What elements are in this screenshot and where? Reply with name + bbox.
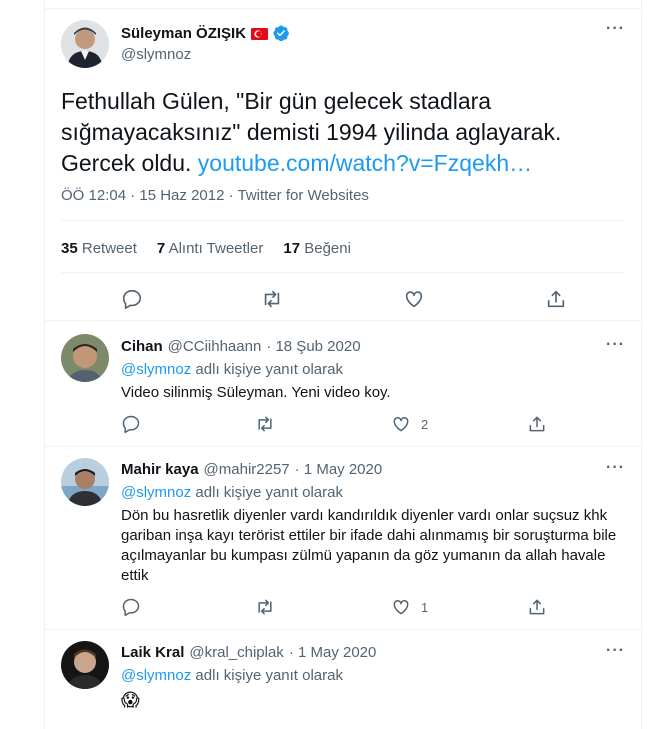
reply-icon[interactable] — [121, 597, 141, 617]
tweet-stats: 35 Retweet 7 Alıntı Tweetler 17 Beğeni — [61, 240, 351, 257]
likes-label: Beğeni — [304, 240, 351, 257]
author-handle[interactable]: @slymnoz — [121, 46, 191, 63]
retweets-count: 35 — [61, 240, 78, 257]
replying-to-label: adlı kişiye yanıt olarak — [195, 667, 343, 684]
reply-text: 😱 — [121, 690, 140, 710]
retweet-icon[interactable] — [261, 288, 283, 310]
author-line: Süleyman ÖZIŞIK — [121, 24, 290, 42]
reply-author-name[interactable]: Mahir kaya — [121, 461, 199, 478]
like-count: 2 — [421, 416, 429, 432]
tweet-link[interactable]: youtube.com/watch?v=Fzqekh… — [198, 150, 532, 176]
share-icon[interactable] — [545, 288, 567, 310]
quotes-label: Alıntı Tweetler — [168, 240, 264, 257]
reply-icon[interactable] — [121, 414, 141, 434]
more-icon[interactable]: ··· — [606, 459, 625, 477]
like-count: 1 — [421, 599, 429, 615]
share-icon[interactable] — [527, 414, 547, 434]
more-icon[interactable]: ··· — [606, 20, 625, 38]
author-name[interactable]: Süleyman ÖZIŞIK — [121, 25, 246, 42]
replying-to-handle[interactable]: @slymnoz — [121, 361, 191, 378]
more-icon[interactable]: ··· — [606, 642, 625, 660]
tweet-text: Fethullah Gülen, "Bir gün gelecek stadla… — [61, 86, 629, 179]
likes-count: 17 — [283, 240, 301, 257]
divider — [45, 629, 641, 630]
retweets-label: Retweet — [81, 240, 137, 257]
replying-to-label: adlı kişiye yanıt olarak — [195, 484, 343, 501]
share-icon[interactable] — [527, 597, 547, 617]
turkey-flag-icon — [251, 27, 269, 40]
avatar-image — [61, 334, 109, 382]
top-divider — [45, 8, 641, 9]
avatar-image — [61, 458, 109, 506]
avatar[interactable] — [61, 458, 109, 506]
reply-date[interactable]: · 18 Şub 2020 — [266, 338, 360, 355]
divider — [61, 220, 625, 221]
reply-header: Laik Kral @kral_chiplak · 1 May 2020 — [121, 644, 376, 661]
reply-header: Mahir kaya @mahir2257 · 1 May 2020 — [121, 461, 382, 478]
tweet-meta[interactable]: ÖÖ 12:04 · 15 Haz 2012 · Twitter for Web… — [61, 187, 369, 204]
divider — [45, 320, 641, 321]
timeline-column: Süleyman ÖZIŞIK @slymnoz ··· Fethullah G… — [44, 0, 642, 729]
divider — [61, 272, 625, 273]
reply-text: Video silinmiş Süleyman. Yeni video koy. — [121, 384, 391, 401]
retweet-icon[interactable] — [255, 414, 275, 434]
quotes-count: 7 — [156, 240, 166, 257]
avatar[interactable] — [61, 641, 109, 689]
divider — [45, 446, 641, 447]
retweets-stat[interactable]: 35 Retweet — [61, 240, 137, 257]
retweet-icon[interactable] — [255, 597, 275, 617]
likes-stat[interactable]: 17 Beğeni — [283, 240, 351, 257]
replying-to: @slymnoz adlı kişiye yanıt olarak — [121, 667, 343, 684]
reply-icon[interactable] — [121, 288, 143, 310]
avatar-image — [61, 20, 109, 68]
like-icon[interactable]: 1 — [391, 597, 428, 617]
replying-to: @slymnoz adlı kişiye yanıt olarak — [121, 484, 343, 501]
verified-badge-icon — [272, 24, 290, 42]
like-icon[interactable]: 2 — [391, 414, 428, 434]
reply-author-handle[interactable]: @CCiihhaann — [168, 338, 262, 355]
avatar[interactable] — [61, 20, 109, 68]
reply-author-handle[interactable]: @kral_chiplak — [189, 644, 283, 661]
more-icon[interactable]: ··· — [606, 336, 625, 354]
replying-to-handle[interactable]: @slymnoz — [121, 484, 191, 501]
avatar-image — [61, 641, 109, 689]
reply-author-name[interactable]: Laik Kral — [121, 644, 184, 661]
reply-author-name[interactable]: Cihan — [121, 338, 163, 355]
avatar[interactable] — [61, 334, 109, 382]
reply-author-handle[interactable]: @mahir2257 — [204, 461, 290, 478]
reply-date[interactable]: · 1 May 2020 — [289, 644, 377, 661]
reply-header: Cihan @CCiihhaann · 18 Şub 2020 — [121, 338, 361, 355]
reply-date[interactable]: · 1 May 2020 — [295, 461, 383, 478]
replying-to-handle[interactable]: @slymnoz — [121, 667, 191, 684]
like-icon[interactable] — [403, 288, 425, 310]
replying-to-label: adlı kişiye yanıt olarak — [195, 361, 343, 378]
reply-text: Dön bu hasretlik diyenler vardı kandırıl… — [121, 507, 617, 584]
quotes-stat[interactable]: 7 Alıntı Tweetler — [157, 240, 263, 257]
replying-to: @slymnoz adlı kişiye yanıt olarak — [121, 361, 343, 378]
